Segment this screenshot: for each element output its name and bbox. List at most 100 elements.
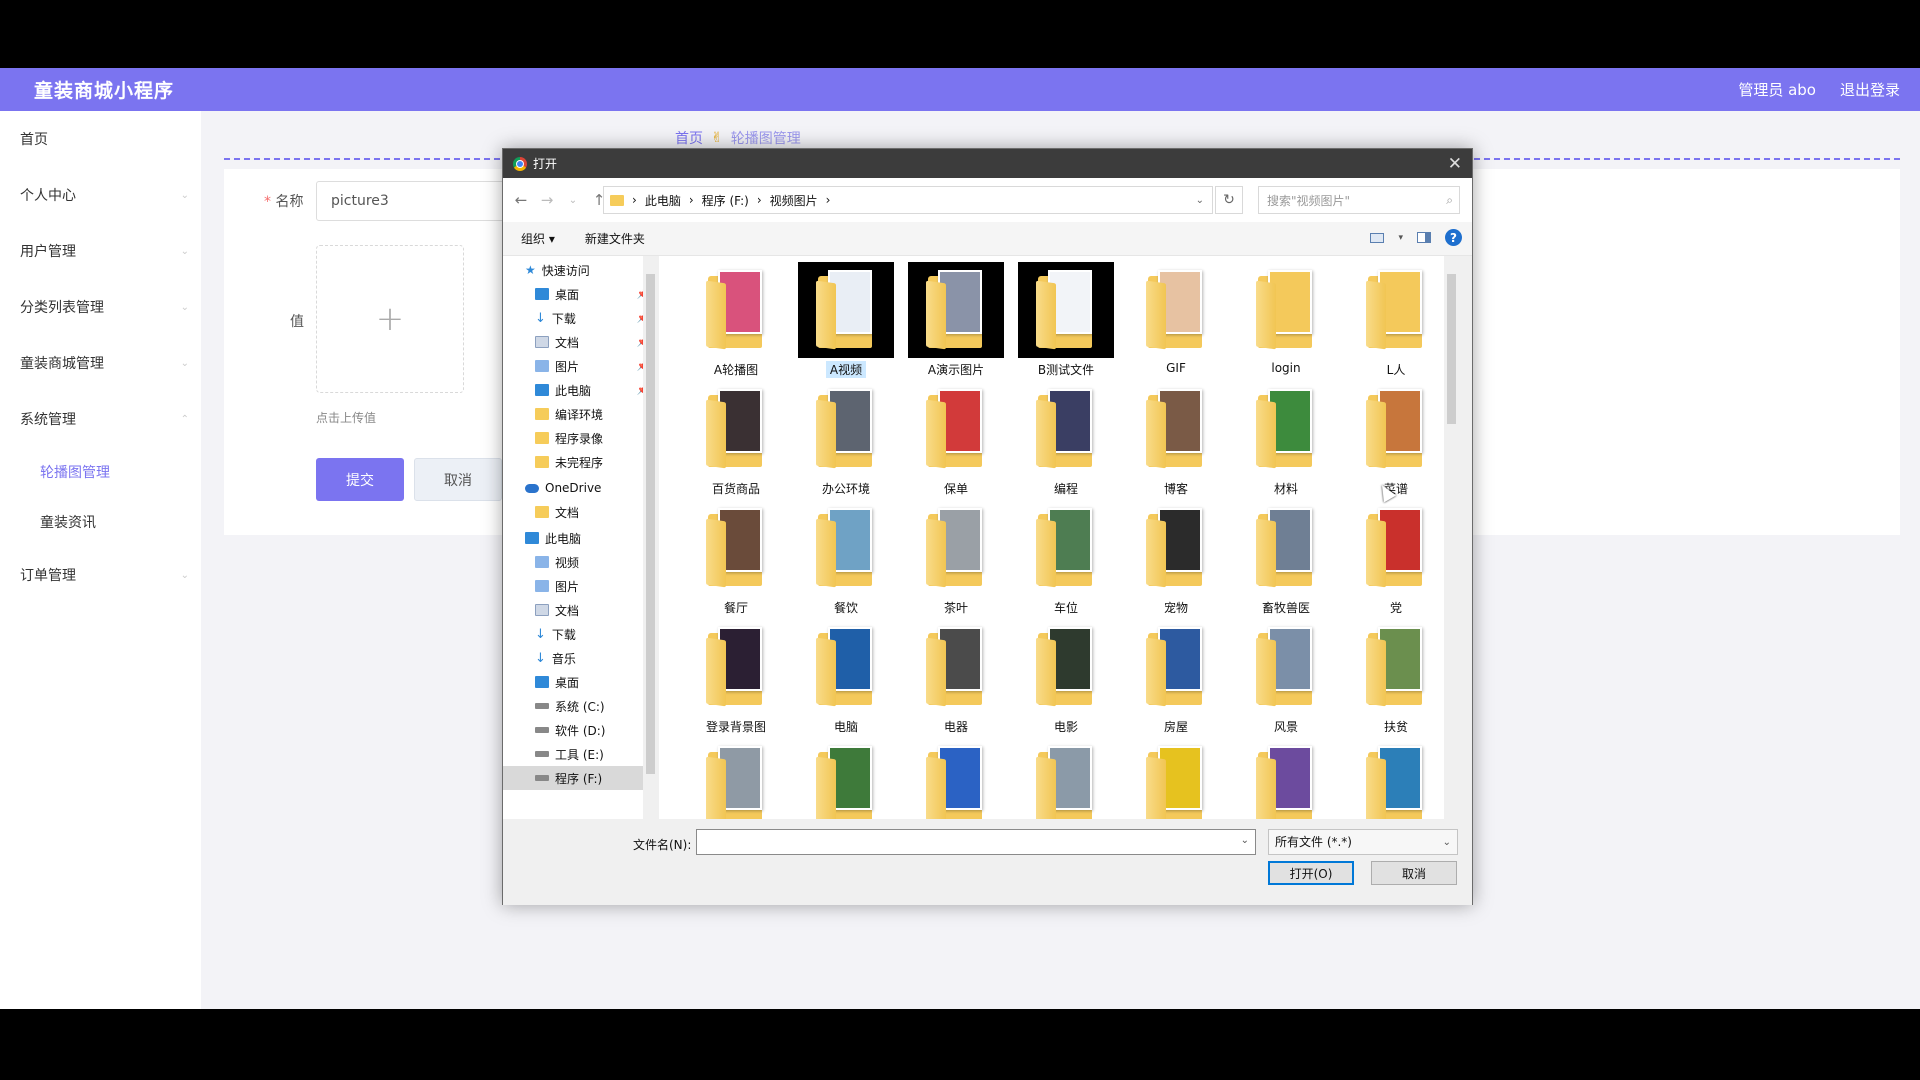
folder-item[interactable]: 编程 [1011, 381, 1121, 500]
folder-item[interactable]: 百货商品 [681, 381, 791, 500]
filetype-select[interactable]: 所有文件 (*.*) ⌄ [1268, 829, 1458, 855]
nav-tree-item[interactable]: ↓ 下载 [503, 622, 657, 646]
sidebar-item-users[interactable]: 用户管理 ⌄ [0, 223, 201, 279]
folder-item[interactable]: GIF [1121, 262, 1231, 381]
recent-dropdown-icon[interactable]: ⌄ [565, 195, 581, 206]
nav-tree-item[interactable]: 未完程序 [503, 450, 657, 474]
folder-item[interactable] [681, 738, 791, 819]
folder-item[interactable]: 电脑 [791, 619, 901, 738]
address-bar[interactable]: › 此电脑 › 程序 (F:) › 视频图片 › ⌄ [603, 186, 1213, 214]
view-options-icon[interactable] [1370, 232, 1385, 243]
folder-item[interactable]: B测试文件 [1011, 262, 1121, 381]
folder-item[interactable]: 餐饮 [791, 500, 901, 619]
folder-item[interactable] [1011, 738, 1121, 819]
sidebar-item-mall[interactable]: 童装商城管理 ⌄ [0, 335, 201, 391]
chevron-down-icon[interactable]: ⌄ [1196, 195, 1204, 206]
dialog-cancel-button[interactable]: 取消 [1371, 861, 1457, 885]
cancel-button[interactable]: 取消 [414, 458, 502, 501]
folder-item[interactable]: 餐厅 [681, 500, 791, 619]
breadcrumb-home[interactable]: 首页 [675, 128, 703, 148]
logout-link[interactable]: 退出登录 [1840, 79, 1900, 100]
nav-tree-item[interactable]: 程序 (F:) [503, 766, 657, 790]
folder-item[interactable] [1231, 738, 1341, 819]
organize-button[interactable]: 组织 ▾ [521, 230, 555, 247]
sidebar-item-home[interactable]: 首页 [0, 111, 201, 167]
folder-item[interactable]: A视频 [791, 262, 901, 381]
new-folder-button[interactable]: 新建文件夹 [585, 230, 645, 247]
sidebar-item-profile[interactable]: 个人中心 ⌄ [0, 167, 201, 223]
folder-item[interactable] [791, 738, 901, 819]
nav-tree-item[interactable]: OneDrive [503, 476, 657, 500]
forward-arrow-icon[interactable]: → [539, 191, 555, 209]
folder-icon [908, 381, 1004, 477]
folder-item[interactable]: L人 [1341, 262, 1451, 381]
back-arrow-icon[interactable]: ← [513, 191, 529, 209]
folder-item[interactable]: 电影 [1011, 619, 1121, 738]
path-segment[interactable]: 视频图片 [770, 192, 818, 209]
filename-input[interactable]: ⌄ [696, 829, 1256, 855]
folder-item[interactable]: 办公环境 [791, 381, 901, 500]
folder-item[interactable]: 畜牧兽医 [1231, 500, 1341, 619]
folder-item[interactable]: login [1231, 262, 1341, 381]
submit-button[interactable]: 提交 [316, 458, 404, 501]
folder-item[interactable]: 保单 [901, 381, 1011, 500]
nav-tree-item[interactable]: 工具 (E:) [503, 742, 657, 766]
nav-tree-item[interactable]: 系统 (C:) [503, 694, 657, 718]
nav-tree-item[interactable]: 编译环境 [503, 402, 657, 426]
nav-tree-item[interactable]: 图片📌 [503, 354, 657, 378]
sidebar-subitem-news[interactable]: 童装资讯 [0, 497, 201, 547]
nav-tree-item[interactable]: 此电脑 [503, 526, 657, 550]
nav-tree-item[interactable]: 此电脑📌 [503, 378, 657, 402]
refresh-button[interactable]: ↻ [1215, 186, 1243, 214]
folder-item[interactable]: A轮播图 [681, 262, 791, 381]
folder-item[interactable]: 茶叶 [901, 500, 1011, 619]
folder-item[interactable]: 菜谱 [1341, 381, 1451, 500]
sidebar-item-categories[interactable]: 分类列表管理 ⌄ [0, 279, 201, 335]
nav-tree-item[interactable]: 视频 [503, 550, 657, 574]
folder-item[interactable]: 车位 [1011, 500, 1121, 619]
nav-tree-item[interactable]: 图片 [503, 574, 657, 598]
folder-item[interactable] [1121, 738, 1231, 819]
open-button[interactable]: 打开(O) [1268, 861, 1354, 885]
sidebar-item-system[interactable]: 系统管理 ⌃ [0, 391, 201, 447]
nav-tree-item[interactable]: 软件 (D:) [503, 718, 657, 742]
nav-tree-item[interactable]: 桌面📌 [503, 282, 657, 306]
nav-tree-item[interactable]: 文档 [503, 598, 657, 622]
folder-item[interactable]: 材料 [1231, 381, 1341, 500]
folder-item[interactable] [1341, 738, 1451, 819]
star-icon: ★ [525, 263, 536, 277]
file-scrollbar[interactable] [1444, 256, 1459, 819]
sidebar-item-orders[interactable]: 订单管理 ⌄ [0, 547, 201, 603]
folder-item[interactable]: 房屋 [1121, 619, 1231, 738]
folder-name: 党 [1389, 601, 1402, 615]
folder-item[interactable] [901, 738, 1011, 819]
help-icon[interactable]: ? [1445, 229, 1462, 246]
folder-name: 电影 [1053, 720, 1078, 734]
folder-item[interactable]: 扶贫 [1341, 619, 1451, 738]
nav-scrollbar[interactable] [643, 256, 658, 819]
nav-tree-item[interactable]: 文档 [503, 500, 657, 524]
folder-item[interactable]: 宠物 [1121, 500, 1231, 619]
chevron-down-icon[interactable]: ▾ [1398, 233, 1403, 243]
nav-tree-item[interactable]: ↓ 音乐 [503, 646, 657, 670]
close-icon[interactable]: ✕ [1448, 154, 1462, 174]
nav-tree-item[interactable]: ★ 快速访问 [503, 258, 657, 282]
upload-box[interactable]: + [316, 245, 464, 393]
folder-item[interactable]: 风景 [1231, 619, 1341, 738]
search-input[interactable]: 搜索"视频图片" ⌕ [1258, 186, 1460, 214]
folder-item[interactable]: 博客 [1121, 381, 1231, 500]
nav-tree-item[interactable]: 文档📌 [503, 330, 657, 354]
path-segment[interactable]: 此电脑 [645, 192, 681, 209]
nav-tree-item[interactable]: ↓下载📌 [503, 306, 657, 330]
folder-item[interactable]: 登录背景图 [681, 619, 791, 738]
folder-item[interactable]: A演示图片 [901, 262, 1011, 381]
nav-tree-item[interactable]: 程序录像 [503, 426, 657, 450]
folder-item[interactable]: 党 [1341, 500, 1451, 619]
app-title: 童装商城小程序 [34, 80, 175, 102]
folder-item[interactable]: 电器 [901, 619, 1011, 738]
preview-pane-icon[interactable] [1417, 232, 1431, 243]
sidebar-subitem-carousel[interactable]: 轮播图管理 [0, 447, 201, 497]
path-segment[interactable]: 程序 (F:) [702, 192, 749, 209]
nav-tree-item[interactable]: 桌面 [503, 670, 657, 694]
chevron-down-icon[interactable]: ⌄ [1241, 835, 1249, 846]
